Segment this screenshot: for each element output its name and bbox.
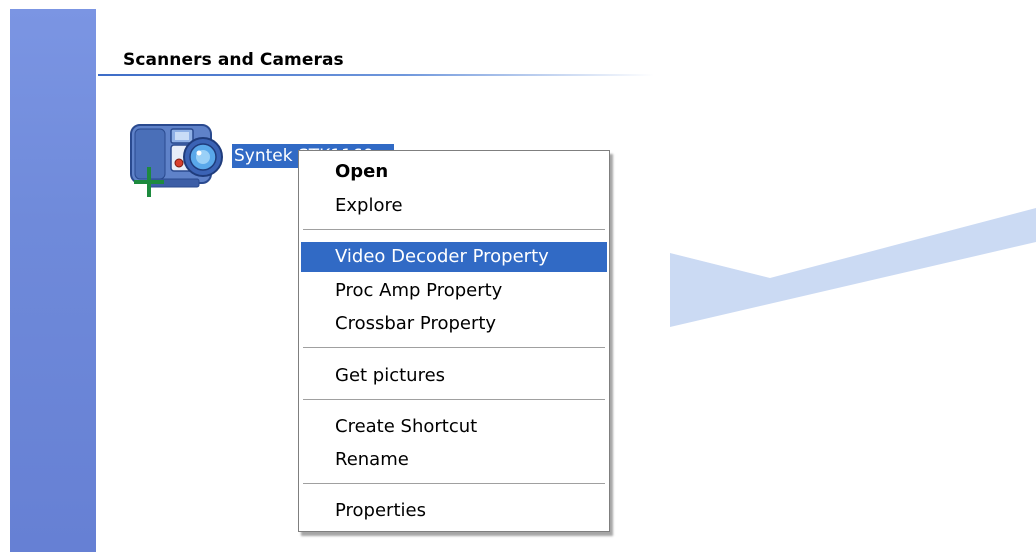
menu-item-properties[interactable]: Properties: [301, 496, 607, 526]
menu-separator: [303, 347, 605, 348]
menu-item-open[interactable]: Open: [301, 157, 607, 187]
group-header: Scanners and Cameras: [123, 50, 344, 70]
menu-item-video-decoder-property[interactable]: Video Decoder Property: [301, 242, 607, 272]
camera-icon[interactable]: [125, 115, 225, 205]
menu-separator: [303, 399, 605, 400]
decorative-arrow-shape: [670, 208, 1036, 327]
menu-item-get-pictures[interactable]: Get pictures: [301, 361, 607, 391]
task-pane-strip: [10, 9, 96, 552]
menu-item-crossbar-property[interactable]: Crossbar Property: [301, 309, 607, 339]
menu-item-proc-amp-property[interactable]: Proc Amp Property: [301, 276, 607, 306]
menu-item-create-shortcut[interactable]: Create Shortcut: [301, 412, 607, 442]
menu-item-rename[interactable]: Rename: [301, 445, 607, 475]
group-header-divider: [98, 74, 654, 76]
menu-separator: [303, 229, 605, 230]
menu-item-explore[interactable]: Explore: [301, 191, 607, 221]
menu-separator: [303, 483, 605, 484]
context-menu: Open Explore Video Decoder Property Proc…: [298, 150, 610, 532]
